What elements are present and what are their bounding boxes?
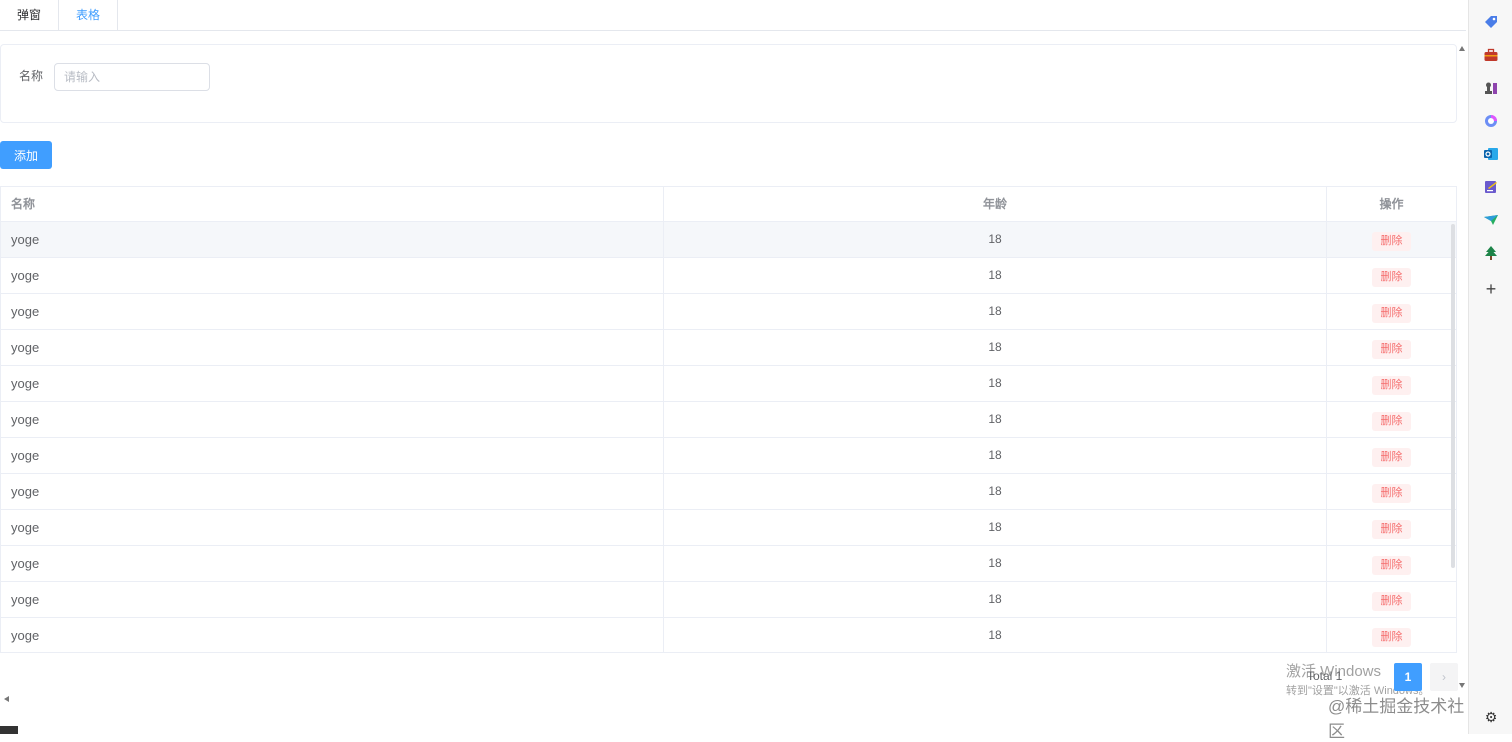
cell-action: 删除: [1327, 366, 1456, 401]
table-row: yoge 18 删除: [1, 402, 1456, 438]
chess-icon[interactable]: [1482, 79, 1500, 97]
table-row: yoge 18 删除: [1, 294, 1456, 330]
cell-name: yoge: [1, 438, 664, 473]
cell-age: 18: [664, 582, 1327, 617]
table-header: 名称 年龄 操作: [1, 187, 1456, 222]
scroll-left-arrow-icon[interactable]: [4, 696, 9, 702]
delete-button[interactable]: 删除: [1372, 232, 1411, 251]
search-form-card: 名称: [0, 44, 1457, 123]
name-search-input[interactable]: [54, 63, 210, 91]
cell-action: 删除: [1327, 438, 1456, 473]
table-row: yoge 18 删除: [1, 258, 1456, 294]
cell-action: 删除: [1327, 618, 1456, 652]
cell-action: 删除: [1327, 474, 1456, 509]
delete-button[interactable]: 删除: [1372, 340, 1411, 359]
cell-name: yoge: [1, 366, 664, 401]
tab-dialog[interactable]: 弹窗: [0, 0, 60, 31]
pagination-next-button[interactable]: ›: [1430, 663, 1458, 691]
cell-name: yoge: [1, 258, 664, 293]
cell-name: yoge: [1, 222, 664, 257]
cell-name: yoge: [1, 510, 664, 545]
gear-icon[interactable]: ⚙: [1482, 708, 1500, 726]
scroll-down-arrow-icon[interactable]: [1459, 683, 1465, 688]
cell-age: 18: [664, 222, 1327, 257]
column-header-name: 名称: [1, 187, 664, 221]
juejin-watermark: @稀土掘金技术社区: [1328, 697, 1465, 741]
cell-action: 删除: [1327, 582, 1456, 617]
table-row: yoge 18 删除: [1, 438, 1456, 474]
table-row: yoge 18 删除: [1, 366, 1456, 402]
column-header-action: 操作: [1379, 197, 1404, 211]
taskbar-fragment: [0, 726, 18, 734]
table-row: yoge 18 删除: [1, 474, 1456, 510]
cell-action: 删除: [1327, 510, 1456, 545]
data-table: 名称 年龄 操作 yoge 18 删除 yoge 18 删除 yoge 18 删除 yoge 18 删…: [0, 186, 1457, 653]
delete-button[interactable]: 删除: [1372, 556, 1411, 575]
name-label: 名称: [19, 69, 44, 83]
delete-button[interactable]: 删除: [1372, 628, 1411, 647]
table-row: yoge 18 删除: [1, 510, 1456, 546]
cell-name: yoge: [1, 402, 664, 437]
cell-action: 删除: [1327, 294, 1456, 329]
cell-action: 删除: [1327, 402, 1456, 437]
pagination-total: Total 1: [1307, 669, 1343, 683]
delete-button[interactable]: 删除: [1372, 484, 1411, 503]
add-sidebar-app-icon[interactable]: +: [1482, 280, 1500, 298]
cell-action: 删除: [1327, 258, 1456, 293]
delete-button[interactable]: 删除: [1372, 592, 1411, 611]
cell-name: yoge: [1, 474, 664, 509]
table-body: yoge 18 删除 yoge 18 删除 yoge 18 删除 yoge 18 删除 yoge 18 删除…: [1, 222, 1456, 652]
cell-name: yoge: [1, 294, 664, 329]
table-scrollbar[interactable]: [1451, 224, 1455, 568]
delete-button[interactable]: 删除: [1372, 520, 1411, 539]
pagination-page-1[interactable]: 1: [1394, 663, 1422, 691]
delete-button[interactable]: 删除: [1372, 376, 1411, 395]
table-row: yoge 18 删除: [1, 582, 1456, 618]
table-row: yoge 18 删除: [1, 618, 1456, 652]
table-row: yoge 18 删除: [1, 330, 1456, 366]
notes-icon[interactable]: [1482, 178, 1500, 196]
outlook-icon[interactable]: [1482, 145, 1500, 163]
tab-table[interactable]: 表格: [59, 0, 119, 31]
column-header-age: 年龄: [664, 187, 1327, 221]
tree-icon[interactable]: [1482, 244, 1500, 262]
cell-age: 18: [664, 510, 1327, 545]
copilot-icon[interactable]: [1482, 112, 1500, 130]
table-row: yoge 18 删除: [1, 546, 1456, 582]
cell-age: 18: [664, 258, 1327, 293]
briefcase-icon[interactable]: [1482, 46, 1500, 64]
tab-bar: 弹窗 表格: [0, 0, 1466, 31]
cell-age: 18: [664, 546, 1327, 581]
main-content: 弹窗 表格 名称 添加 名称 年龄 操作 yoge18删除yoge18删除yog…: [0, 0, 1468, 741]
cell-name: yoge: [1, 618, 664, 652]
browser-sidebar: + ⚙: [1468, 0, 1512, 734]
cell-age: 18: [664, 294, 1327, 329]
cell-age: 18: [664, 438, 1327, 473]
delete-button[interactable]: 删除: [1372, 448, 1411, 467]
cell-name: yoge: [1, 546, 664, 581]
cell-name: yoge: [1, 582, 664, 617]
table-row: yoge 18 删除: [1, 222, 1456, 258]
cell-age: 18: [664, 330, 1327, 365]
cell-age: 18: [664, 618, 1327, 652]
cell-action: 删除: [1327, 222, 1456, 257]
cell-age: 18: [664, 402, 1327, 437]
tag-icon[interactable]: [1482, 13, 1500, 31]
delete-button[interactable]: 删除: [1372, 304, 1411, 323]
cell-action: 删除: [1327, 330, 1456, 365]
delete-button[interactable]: 删除: [1372, 268, 1411, 287]
delete-button[interactable]: 删除: [1372, 412, 1411, 431]
cell-name: yoge: [1, 330, 664, 365]
paper-plane-icon[interactable]: [1482, 211, 1500, 229]
scroll-up-arrow-icon[interactable]: [1459, 46, 1465, 51]
add-button[interactable]: 添加: [0, 141, 52, 169]
cell-age: 18: [664, 366, 1327, 401]
cell-action: 删除: [1327, 546, 1456, 581]
cell-age: 18: [664, 474, 1327, 509]
